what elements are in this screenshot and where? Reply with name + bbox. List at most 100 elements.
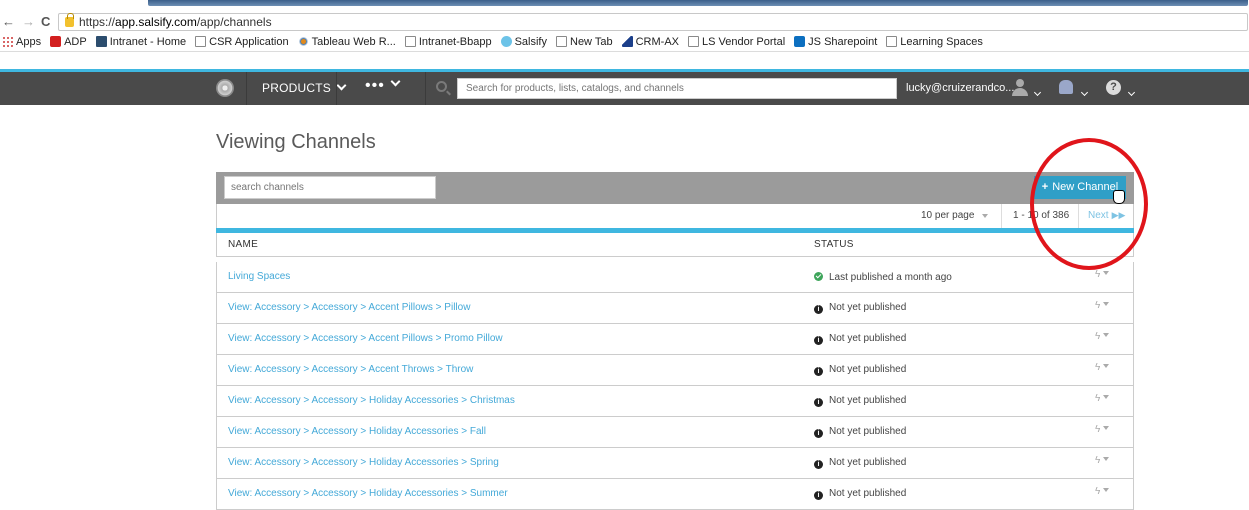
pagination-bar: 10 per page 1 - 10 of 386 Next ▶▶: [216, 204, 1134, 228]
caret-down-icon: [1103, 364, 1110, 368]
channel-name-link[interactable]: Living Spaces: [228, 271, 290, 282]
channel-status: i Not yet published: [814, 395, 907, 407]
channel-name-link[interactable]: View: Accessory > Accessory > Accent Pil…: [228, 333, 503, 344]
channel-status: i Not yet published: [814, 457, 906, 469]
channel-status: i Not yet published: [814, 488, 906, 500]
user-avatar-icon[interactable]: [1012, 79, 1028, 97]
tableau-icon: [297, 36, 309, 47]
bookmark-item[interactable]: LS Vendor Portal: [688, 36, 785, 48]
bookmark-item[interactable]: Learning Spaces: [886, 36, 983, 48]
sharepoint-icon: [794, 36, 806, 47]
bookmark-item[interactable]: CSR Application: [195, 36, 289, 48]
plus-icon: +: [1041, 181, 1049, 193]
caret-down-icon: [1103, 395, 1110, 399]
channel-status: i Not yet published: [814, 302, 907, 314]
status-text: Not yet published: [829, 302, 907, 313]
info-circle-icon: i: [814, 305, 823, 314]
status-text: Last published a month ago: [829, 272, 952, 283]
apps-grid-icon: [2, 36, 13, 47]
page-icon: [688, 36, 699, 47]
nav-divider: [336, 72, 337, 105]
products-menu[interactable]: PRODUCTS: [262, 80, 347, 95]
user-email[interactable]: lucky@cruizerandco....: [906, 82, 1017, 94]
channel-name-link[interactable]: View: Accessory > Accessory > Holiday Ac…: [228, 457, 499, 468]
search-icon: [436, 81, 447, 92]
channel-name-link[interactable]: View: Accessory > Accessory > Accent Pil…: [228, 302, 470, 313]
row-actions-menu[interactable]: ϟ: [1095, 362, 1110, 373]
bookmark-label: Learning Spaces: [900, 35, 983, 48]
row-actions-menu[interactable]: ϟ: [1095, 486, 1110, 497]
table-header: NAME STATUS: [216, 233, 1134, 257]
more-menu[interactable]: •••: [365, 76, 401, 95]
salsify-logo-icon[interactable]: [216, 79, 234, 97]
status-text: Not yet published: [829, 364, 907, 375]
row-actions-menu[interactable]: ϟ: [1095, 455, 1110, 466]
column-header-name[interactable]: NAME: [228, 239, 258, 250]
table-row: View: Accessory > Accessory > Accent Pil…: [216, 324, 1134, 355]
info-circle-icon: i: [814, 336, 823, 345]
caret-down-icon: [1103, 457, 1110, 461]
row-actions-menu[interactable]: ϟ: [1095, 300, 1110, 311]
row-actions-menu[interactable]: ϟ: [1095, 424, 1110, 435]
status-text: Not yet published: [829, 395, 907, 406]
lightning-icon: ϟ: [1095, 424, 1101, 435]
chevron-down-icon[interactable]: [1077, 84, 1089, 102]
check-circle-icon: [814, 272, 823, 281]
caret-down-icon: [1103, 302, 1110, 306]
global-search-input[interactable]: [457, 78, 897, 99]
browser-address-bar: ← → C https://app.salsify.com/app/channe…: [0, 12, 1249, 32]
notifications-icon[interactable]: [1059, 80, 1073, 94]
bookmark-item[interactable]: ADP: [50, 36, 87, 48]
per-page-select[interactable]: 10 per page: [921, 210, 989, 221]
bookmark-label: CRM-AX: [635, 35, 679, 48]
channel-search-input[interactable]: [224, 176, 436, 199]
status-text: Not yet published: [829, 333, 907, 344]
bookmark-label: LS Vendor Portal: [702, 35, 786, 48]
url-field[interactable]: https://app.salsify.com/app/channels: [58, 13, 1248, 31]
bookmarks-bar: Apps ADP Intranet - Home CSR Application Tab…: [0, 32, 1249, 52]
help-icon[interactable]: ?: [1106, 80, 1121, 95]
channel-status: i Not yet published: [814, 426, 907, 438]
next-page-link[interactable]: Next ▶▶: [1088, 210, 1125, 221]
browser-tab[interactable]: [148, 0, 1248, 6]
bookmark-label: Intranet-Bbapp: [418, 35, 492, 48]
status-text: Not yet published: [829, 426, 907, 437]
bookmark-item[interactable]: Intranet - Home: [95, 35, 187, 48]
forward-icon[interactable]: →: [22, 14, 35, 30]
chevron-down-icon[interactable]: [1124, 84, 1136, 102]
salsify-icon: [500, 36, 512, 47]
channel-name-link[interactable]: View: Accessory > Accessory > Accent Thr…: [228, 364, 473, 375]
lightning-icon: ϟ: [1095, 269, 1101, 280]
bookmark-label: ADP: [64, 35, 87, 48]
reload-icon[interactable]: C: [41, 14, 50, 30]
row-actions-menu[interactable]: ϟ: [1095, 393, 1110, 404]
info-circle-icon: i: [814, 460, 823, 469]
caret-down-icon: [1103, 333, 1110, 337]
bookmark-label: Intranet - Home: [109, 35, 187, 48]
info-circle-icon: i: [814, 398, 823, 407]
column-header-status[interactable]: STATUS: [814, 239, 854, 250]
ls-icon: [95, 36, 107, 47]
bookmark-item[interactable]: CRM-AX: [621, 35, 679, 48]
table-row: View: Accessory > Accessory > Accent Pil…: [216, 293, 1134, 324]
chevron-down-icon[interactable]: [1030, 84, 1042, 102]
channel-name-link[interactable]: View: Accessory > Accessory > Holiday Ac…: [228, 395, 515, 406]
page-icon: [404, 36, 416, 47]
bookmark-item[interactable]: New Tab: [556, 36, 613, 48]
channels-table-body: Living Spaces Last published a month ago ϟ…: [216, 262, 1134, 510]
bookmark-item[interactable]: Salsify: [500, 36, 547, 48]
bookmark-label: New Tab: [570, 35, 613, 48]
table-row: View: Accessory > Accessory > Holiday Ac…: [216, 386, 1134, 417]
chevron-down-icon: [390, 76, 401, 87]
channel-name-link[interactable]: View: Accessory > Accessory > Holiday Ac…: [228, 426, 486, 437]
row-actions-menu[interactable]: ϟ: [1095, 269, 1110, 280]
bookmark-item[interactable]: Intranet-Bbapp: [404, 35, 492, 48]
back-icon[interactable]: ←: [2, 14, 15, 30]
bookmark-item[interactable]: Tableau Web R...: [297, 36, 396, 48]
row-actions-menu[interactable]: ϟ: [1095, 331, 1110, 342]
nav-divider: [246, 72, 247, 105]
channel-name-link[interactable]: View: Accessory > Accessory > Holiday Ac…: [228, 488, 508, 499]
bookmark-item[interactable]: Apps: [2, 36, 41, 48]
caret-down-icon: [1103, 271, 1110, 275]
bookmark-item[interactable]: JS Sharepoint: [794, 36, 877, 48]
